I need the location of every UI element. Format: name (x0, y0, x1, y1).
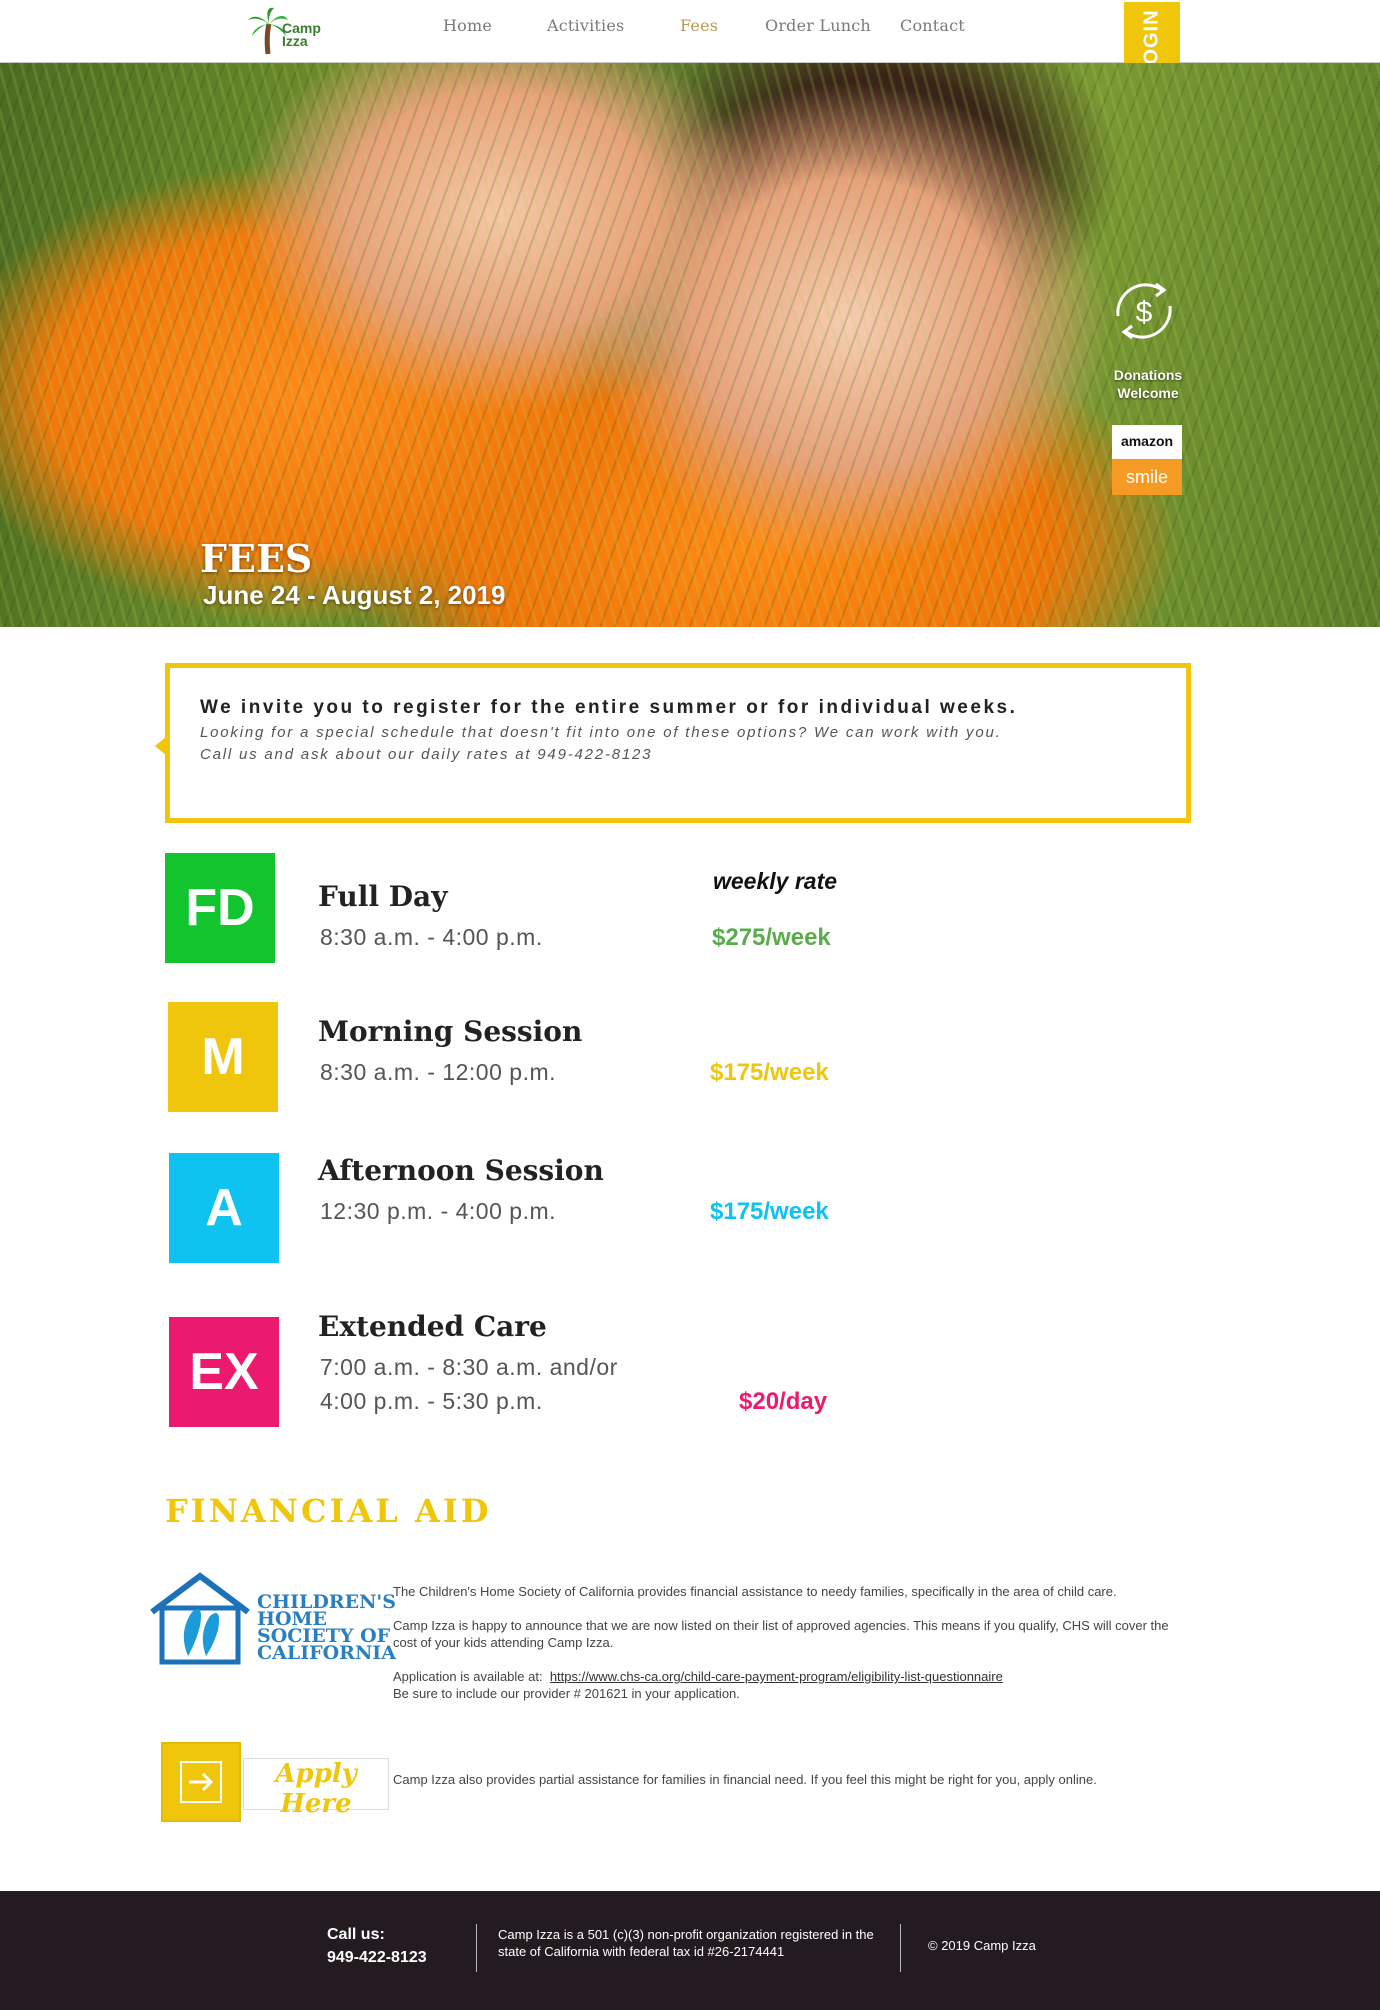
callout-pointer (155, 736, 167, 756)
application-prefix: Application is available at: (393, 1669, 543, 1684)
donations-label-line2: Welcome (1117, 385, 1179, 401)
chs-logo-line-4: CALIFORNIA (257, 1642, 396, 1664)
footer-divider-1 (476, 1924, 477, 1972)
intro-line-1: Looking for a special schedule that does… (200, 724, 1002, 741)
camp-izza-logo[interactable]: Camp Izza (248, 6, 321, 56)
camp-dates: June 24 - August 2, 2019 (203, 580, 506, 610)
plan-name-afternoon: Afternoon Session (318, 1154, 604, 1187)
chs-house-icon (150, 1572, 250, 1665)
plan-price-full-day: $275/week (712, 924, 831, 951)
apply-here-label: Apply Here (243, 1758, 389, 1819)
plan-hours-extended-1: 7:00 a.m. - 8:30 a.m. and/or (320, 1354, 618, 1380)
amazon-smile-link[interactable]: amazon smile (1112, 425, 1182, 495)
page-title: FEES (200, 536, 313, 581)
aid-paragraph-1: The Children's Home Society of Californi… (393, 1584, 1117, 1599)
financial-aid-title: FINANCIAL AID (165, 1492, 492, 1530)
intro-callout-box (165, 663, 1191, 823)
amazon-smile-text: smile (1112, 459, 1182, 495)
aid-paragraph-2: Camp Izza is happy to announce that we a… (393, 1618, 1169, 1650)
aid-application-line: Application is available at: https://www… (393, 1668, 1193, 1685)
apply-here-button[interactable]: Apply Here (161, 1742, 390, 1822)
nav-fees[interactable]: Fees (680, 16, 718, 35)
chs-logo-text: CHILDREN'S HOME SOCIETY OF CALIFORNIA (257, 1593, 396, 1664)
apply-icon-box (161, 1742, 241, 1822)
plan-badge-morning: M (168, 1002, 278, 1112)
donation-dollar-icon[interactable]: $ (1104, 276, 1184, 346)
chs-logo[interactable]: CHILDREN'S HOME SOCIETY OF CALIFORNIA (148, 1572, 396, 1668)
footer-phone[interactable]: 949-422-8123 (327, 1949, 427, 1967)
nav-order-lunch[interactable]: Order Lunch (765, 16, 871, 35)
plan-hours-morning: 8:30 a.m. - 12:00 p.m. (320, 1059, 557, 1085)
plan-price-extended: $20/day (739, 1388, 828, 1415)
plan-hours-full-day: 8:30 a.m. - 4:00 p.m. (320, 924, 543, 950)
plan-price-morning: $175/week (710, 1059, 829, 1086)
intro-line-2: Call us and ask about our daily rates at… (200, 746, 653, 763)
nav-activities[interactable]: Activities (547, 16, 624, 35)
plan-price-afternoon: $175/week (710, 1198, 829, 1225)
chs-application-link[interactable]: https://www.chs-ca.org/child-care-paymen… (550, 1669, 1003, 1684)
plan-name-full-day: Full Day (318, 880, 448, 913)
plan-badge-afternoon: A (169, 1153, 279, 1263)
plan-badge-full-day: FD (165, 853, 275, 963)
provider-note: Be sure to include our provider # 201621… (393, 1686, 740, 1701)
donations-welcome-label: Donations Welcome (1100, 366, 1196, 402)
nav-contact[interactable]: Contact (900, 16, 965, 35)
logo-text: Camp Izza (282, 20, 321, 49)
arrow-right-icon (180, 1761, 222, 1803)
footer-call-label: Call us: (327, 1926, 385, 1943)
footer-divider-2 (900, 1924, 901, 1972)
plan-hours-afternoon: 12:30 p.m. - 4:00 p.m. (320, 1198, 557, 1224)
partial-assistance-text: Camp Izza also provides partial assistan… (393, 1772, 1097, 1787)
amazon-logo-text: amazon (1120, 433, 1174, 449)
footer-copyright: © 2019 Camp Izza (928, 1938, 1036, 1953)
intro-heading: We invite you to register for the entire… (200, 697, 1018, 718)
plan-name-extended: Extended Care (318, 1310, 547, 1343)
nav-home[interactable]: Home (443, 16, 492, 35)
weekly-rate-label: weekly rate (713, 868, 838, 894)
plan-name-morning: Morning Session (318, 1015, 583, 1048)
donations-label-line1: Donations (1113, 367, 1183, 383)
plan-hours-extended-2: 4:00 p.m. - 5:30 p.m. (320, 1388, 543, 1414)
footer-nonprofit-text: Camp Izza is a 501 (c)(3) non-profit org… (498, 1927, 874, 1959)
svg-text:$: $ (1136, 296, 1153, 329)
plan-badge-extended: EX (169, 1317, 279, 1427)
